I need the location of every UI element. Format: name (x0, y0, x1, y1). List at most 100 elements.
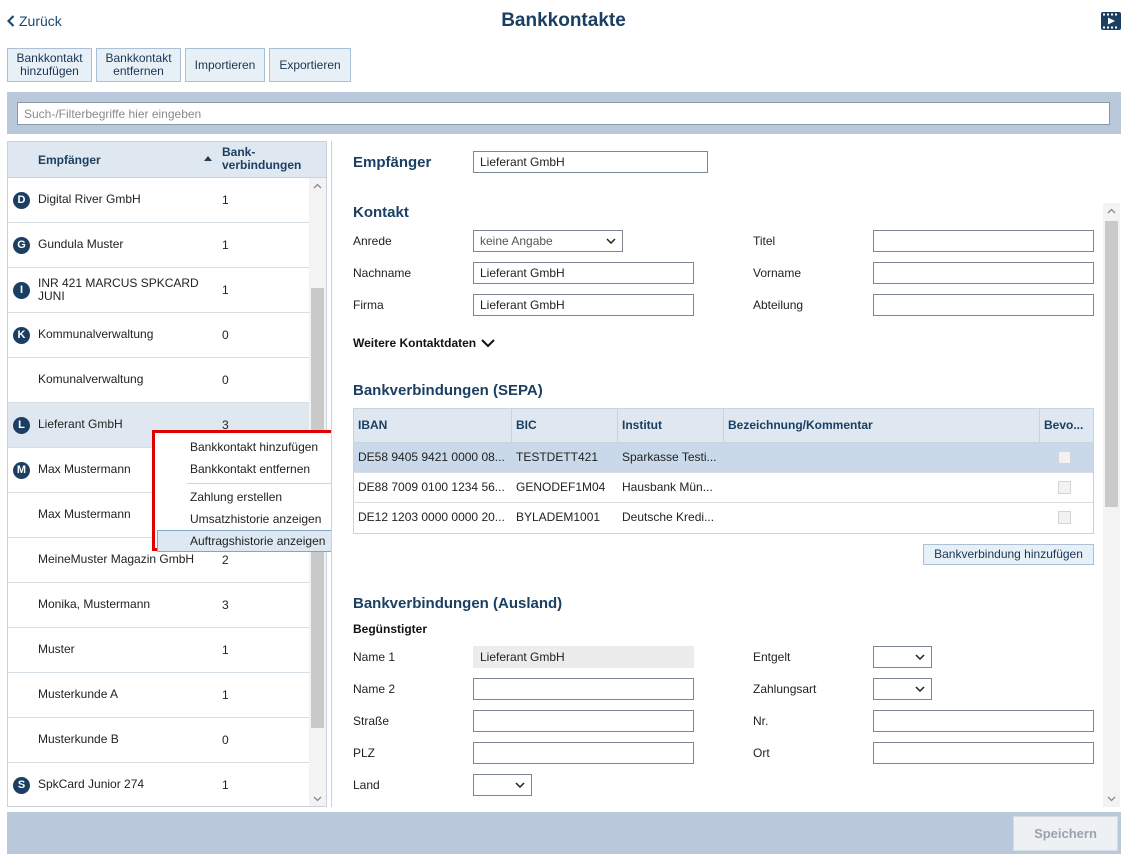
lastname-input[interactable]: Lieferant GmbH (473, 262, 694, 284)
city-input[interactable] (873, 742, 1094, 764)
column-header-iban[interactable]: IBAN (354, 409, 512, 442)
filter-bar (7, 92, 1121, 134)
recipient-name: Kommunalverwaltung (38, 327, 154, 341)
list-item[interactable]: K Kommunalverwaltung 0 (8, 313, 326, 358)
authorized-checkbox[interactable] (1058, 481, 1071, 494)
remove-button-line2: entfernen (113, 64, 164, 78)
payment-type-select[interactable] (873, 678, 932, 700)
salutation-label: Anrede (353, 234, 392, 248)
export-button[interactable]: Exportieren (269, 48, 351, 82)
scroll-down-icon[interactable] (313, 794, 322, 803)
zip-input[interactable] (473, 742, 694, 764)
accounts-header-line2: verbindungen (222, 158, 302, 172)
add-bank-contact-button[interactable]: Bankkontakt hinzufügen (7, 48, 92, 82)
remove-button-line1: Bankkontakt (105, 51, 172, 65)
department-input[interactable] (873, 294, 1094, 316)
recipient-label: Empfänger (353, 154, 432, 171)
list-item[interactable]: Musterkunde B 0 (8, 718, 326, 763)
fee-select[interactable] (873, 646, 932, 668)
chevron-down-icon (481, 338, 495, 347)
column-header-comment[interactable]: Bezeichnung/Kommentar (724, 409, 1040, 442)
street-input[interactable] (473, 710, 694, 732)
table-row[interactable]: DE12 1203 0000 0000 20... BYLADEM1001 Deut… (354, 503, 1093, 533)
recipient-name: SpkCard Junior 274 (38, 777, 145, 791)
save-button[interactable]: Speichern (1013, 816, 1118, 851)
recipient-name: MeineMuster Magazin GmbH (38, 552, 195, 566)
account-count: 0 (222, 733, 229, 747)
chevron-down-icon (915, 654, 925, 660)
sepa-rows: DE58 9405 9421 0000 08... TESTDETT421 Spar… (354, 443, 1093, 533)
account-count: 0 (222, 328, 229, 342)
street-label: Straße (353, 714, 390, 728)
company-input[interactable]: Lieferant GmbH (473, 294, 694, 316)
table-row[interactable]: DE88 7009 0100 1234 56... GENODEF1M04 Haus… (354, 473, 1093, 503)
cell-comment (724, 503, 1040, 532)
detail-pane: Empfänger Lieferant GmbH Kontakt Anrede … (331, 141, 1121, 807)
authorized-checkbox[interactable] (1058, 451, 1071, 464)
cell-iban: DE12 1203 0000 0000 20... (358, 510, 505, 524)
account-count: 1 (222, 193, 229, 207)
name2-input[interactable] (473, 678, 694, 700)
cell-bic: GENODEF1M04 (516, 480, 606, 494)
recipient-name: Muster (38, 642, 75, 656)
letter-badge-icon: D (13, 192, 30, 209)
list-item[interactable]: S SpkCard Junior 274 1 (8, 763, 326, 806)
department-label: Abteilung (753, 298, 804, 312)
list-item[interactable]: G Gundula Muster 1 (8, 223, 326, 268)
column-header-accounts[interactable]: Bank-verbindungen (222, 146, 301, 172)
chevron-down-icon (915, 686, 925, 692)
account-count: 1 (222, 643, 229, 657)
scroll-down-icon[interactable] (1107, 794, 1116, 803)
list-item[interactable]: Komunalverwaltung 0 (8, 358, 326, 403)
recipient-name: Gundula Muster (38, 237, 124, 251)
recipient-name: Musterkunde A (38, 687, 119, 701)
add-button-line2: hinzufügen (20, 64, 79, 78)
zip-label: PLZ (353, 746, 376, 760)
column-header-institute[interactable]: Institut (618, 409, 724, 442)
name1-input[interactable]: Lieferant GmbH (473, 646, 694, 668)
remove-bank-contact-button[interactable]: Bankkontakt entfernen (96, 48, 181, 82)
chevron-down-icon (515, 782, 525, 788)
lastname-label: Nachname (353, 266, 412, 280)
list-item[interactable]: I INR 421 MARCUS SPKCARD JUNI 1 (8, 268, 326, 313)
list-item[interactable]: D Digital River GmbH 1 (8, 178, 326, 223)
column-header-authorized[interactable]: Bevo... (1040, 409, 1094, 442)
scroll-up-icon[interactable] (1107, 207, 1116, 216)
more-contact-toggle[interactable]: Weitere Kontaktdaten (353, 336, 495, 350)
footer-bar: Speichern (7, 812, 1121, 854)
detail-scrollbar[interactable] (1103, 203, 1120, 807)
firstname-label: Vorname (753, 266, 802, 280)
country-select[interactable] (473, 774, 532, 796)
add-bank-account-button[interactable]: Bankverbindung hinzufügen (923, 544, 1094, 565)
search-input[interactable] (17, 102, 1110, 125)
account-count: 1 (222, 238, 229, 252)
sort-ascending-icon[interactable] (204, 156, 212, 161)
detail-scroll-thumb[interactable] (1105, 221, 1118, 507)
list-item[interactable]: Monika, Mustermann 3 (8, 583, 326, 628)
import-button[interactable]: Importieren (185, 48, 265, 82)
list-item[interactable]: Musterkunde A 1 (8, 673, 326, 718)
firstname-input[interactable] (873, 262, 1094, 284)
recipient-input[interactable]: Lieferant GmbH (473, 151, 708, 173)
cell-institute: Deutsche Kredi... (622, 510, 715, 524)
account-count: 1 (222, 688, 229, 702)
letter-badge-icon: K (13, 327, 30, 344)
page-title: Bankkontakte (501, 10, 626, 31)
column-header-recipient[interactable]: Empfänger (38, 153, 101, 167)
salutation-select[interactable]: keine Angabe (473, 230, 623, 252)
recipient-name: Musterkunde B (38, 732, 119, 746)
list-item[interactable]: Muster 1 (8, 628, 326, 673)
table-row[interactable]: DE58 9405 9421 0000 08... TESTDETT421 Spar… (354, 443, 1093, 473)
cell-comment (724, 473, 1040, 502)
video-tutorial-icon[interactable] (1101, 12, 1121, 30)
more-contact-label: Weitere Kontaktdaten (353, 336, 477, 350)
column-header-bic[interactable]: BIC (512, 409, 618, 442)
authorized-checkbox[interactable] (1058, 511, 1071, 524)
recipient-name: Digital River GmbH (38, 192, 141, 206)
scroll-up-icon[interactable] (313, 182, 322, 191)
account-count: 1 (222, 283, 229, 297)
letter-badge-icon: S (13, 777, 30, 794)
sepa-table-header: IBAN BIC Institut Bezeichnung/Kommentar … (354, 409, 1093, 443)
title-input[interactable] (873, 230, 1094, 252)
nr-input[interactable] (873, 710, 1094, 732)
